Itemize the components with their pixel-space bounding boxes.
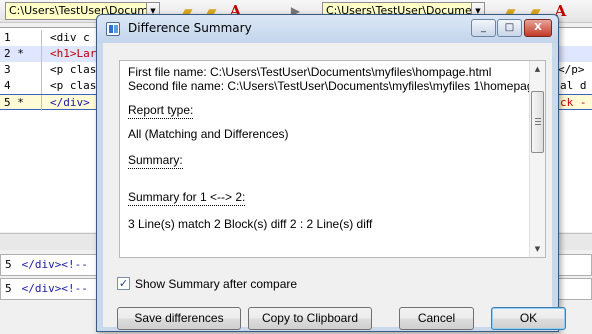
scroll-down-arrow-icon[interactable]: ▼ <box>530 241 545 257</box>
close-button[interactable]: X <box>524 19 552 37</box>
line-number: 1 <box>0 30 42 46</box>
summary-for-line: Summary for 1 <--> 2: <box>128 190 246 206</box>
copy-to-clipboard-button[interactable]: Copy to Clipboard <box>248 307 372 330</box>
difference-summary-dialog: Difference Summary _ □ X First file name… <box>96 14 566 332</box>
grip-line <box>535 118 541 119</box>
line-text: <div c <box>50 31 90 44</box>
app-icon <box>106 22 120 36</box>
summary-report-textbox[interactable]: First file name: C:\Users\TestUser\Docum… <box>119 60 546 258</box>
line-text: <p clas <box>50 79 97 92</box>
grip-line <box>535 124 541 125</box>
cancel-button[interactable]: Cancel <box>399 307 474 330</box>
scroll-thumb[interactable] <box>531 91 544 153</box>
dialog-client-area: First file name: C:\Users\TestUser\Docum… <box>103 43 566 330</box>
line-number: 2 * <box>0 46 42 62</box>
show-summary-checkbox[interactable]: ✓ <box>117 277 130 290</box>
line-text: </div><!-- <box>21 282 88 295</box>
line-fragment: al d <box>560 79 587 92</box>
line-number: 5 * <box>0 95 42 111</box>
grip-line <box>535 121 541 122</box>
report-type-heading: Report type: <box>128 103 194 119</box>
show-summary-label[interactable]: Show Summary after compare <box>135 277 297 291</box>
summary-detail-line: 3 Line(s) match 2 Block(s) diff 2 : 2 Li… <box>128 217 373 231</box>
line-text: </div><!-- <box>21 258 88 271</box>
maximize-button[interactable]: □ <box>497 19 522 37</box>
ok-button[interactable]: OK <box>491 307 566 330</box>
summary-heading: Summary: <box>128 153 183 169</box>
line-fragment: </p> <box>558 63 585 76</box>
scroll-up-arrow-icon[interactable]: ▲ <box>530 61 545 77</box>
line-text: <p clas <box>50 63 97 76</box>
save-differences-button[interactable]: Save differences <box>117 307 241 330</box>
line-number: 5 <box>5 282 12 295</box>
report-type-value: All (Matching and Differences) <box>128 127 289 141</box>
line-number: 5 <box>5 258 12 271</box>
minimize-button[interactable]: _ <box>471 19 496 37</box>
line-text: <h1>Lar <box>50 47 97 60</box>
line-text: </div> <box>50 96 90 109</box>
line-number: 4 <box>0 78 42 94</box>
report-vertical-scrollbar[interactable]: ▲ ▼ <box>529 61 545 257</box>
dialog-titlebar[interactable]: Difference Summary _ □ X <box>97 15 558 43</box>
second-file-line: Second file name: C:\Users\TestUser\Docu… <box>128 79 546 93</box>
first-file-line: First file name: C:\Users\TestUser\Docum… <box>128 65 492 79</box>
dialog-title: Difference Summary <box>128 21 252 35</box>
line-fragment: ck - <box>560 96 587 109</box>
line-number: 3 <box>0 62 42 78</box>
